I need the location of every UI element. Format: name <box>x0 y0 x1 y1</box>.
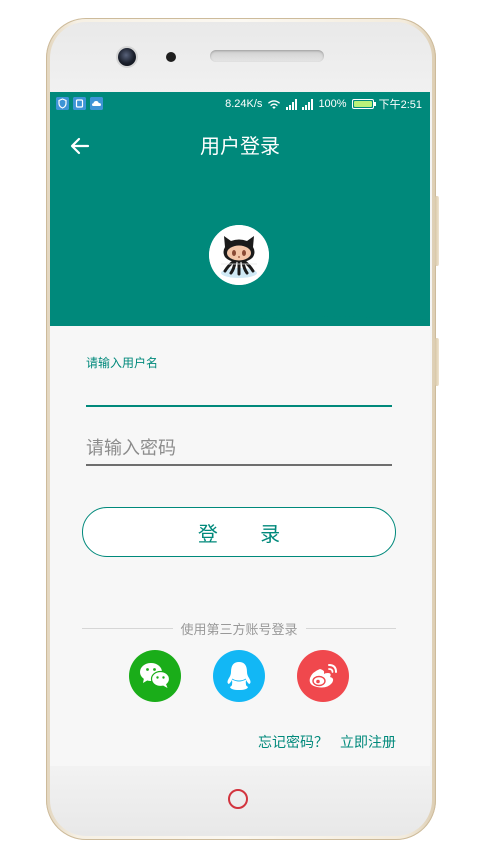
username-label: 请输入用户名 <box>86 356 159 370</box>
network-speed: 8.24K/s <box>225 98 263 110</box>
app-screen: 8.24K/s 100% 下午2:51 用户登录 请输入用户名 登 录 使用第三… <box>50 92 430 766</box>
proximity-sensor <box>166 52 176 62</box>
username-underline <box>86 405 392 407</box>
clock: 下午2:51 <box>378 99 422 111</box>
username-field[interactable]: 请输入用户名 <box>86 354 392 407</box>
username-input[interactable] <box>86 377 392 405</box>
app-icon <box>73 97 86 110</box>
login-button[interactable]: 登 录 <box>82 507 396 557</box>
weibo-login-button[interactable] <box>297 650 349 702</box>
header-wave <box>50 312 430 323</box>
forgot-password-link[interactable]: 忘记密码？ <box>258 732 328 752</box>
cloud-icon <box>90 97 103 110</box>
third-party-label: 使用第三方账号登录 <box>180 623 298 638</box>
qq-login-button[interactable] <box>213 650 265 702</box>
wechat-login-button[interactable] <box>129 650 181 702</box>
battery-percent: 100% <box>318 98 347 110</box>
power-button <box>435 338 439 386</box>
password-input[interactable] <box>86 434 392 462</box>
password-underline <box>86 464 392 466</box>
home-button[interactable] <box>228 789 248 809</box>
weibo-icon <box>309 664 337 688</box>
bottom-links: 忘记密码？ 立即注册 <box>258 732 396 752</box>
divider-line <box>82 628 173 629</box>
wechat-icon <box>140 663 171 688</box>
page-title: 用户登录 <box>200 134 280 158</box>
wifi-icon <box>268 99 281 109</box>
status-bar: 8.24K/s 100% 下午2:51 <box>50 92 430 116</box>
divider-line <box>305 628 397 629</box>
earpiece-speaker <box>210 50 324 62</box>
signal-icon <box>302 98 314 110</box>
signal-icon <box>286 98 298 110</box>
avatar[interactable] <box>209 225 269 285</box>
third-party-divider: 使用第三方账号登录 <box>82 619 397 638</box>
register-link[interactable]: 立即注册 <box>340 732 396 752</box>
volume-button <box>435 196 439 266</box>
shield-icon <box>56 97 69 110</box>
octocat-avatar <box>209 225 269 285</box>
battery-icon <box>351 99 376 109</box>
front-camera <box>118 48 136 66</box>
qq-icon <box>227 662 251 690</box>
password-field[interactable] <box>86 434 392 466</box>
